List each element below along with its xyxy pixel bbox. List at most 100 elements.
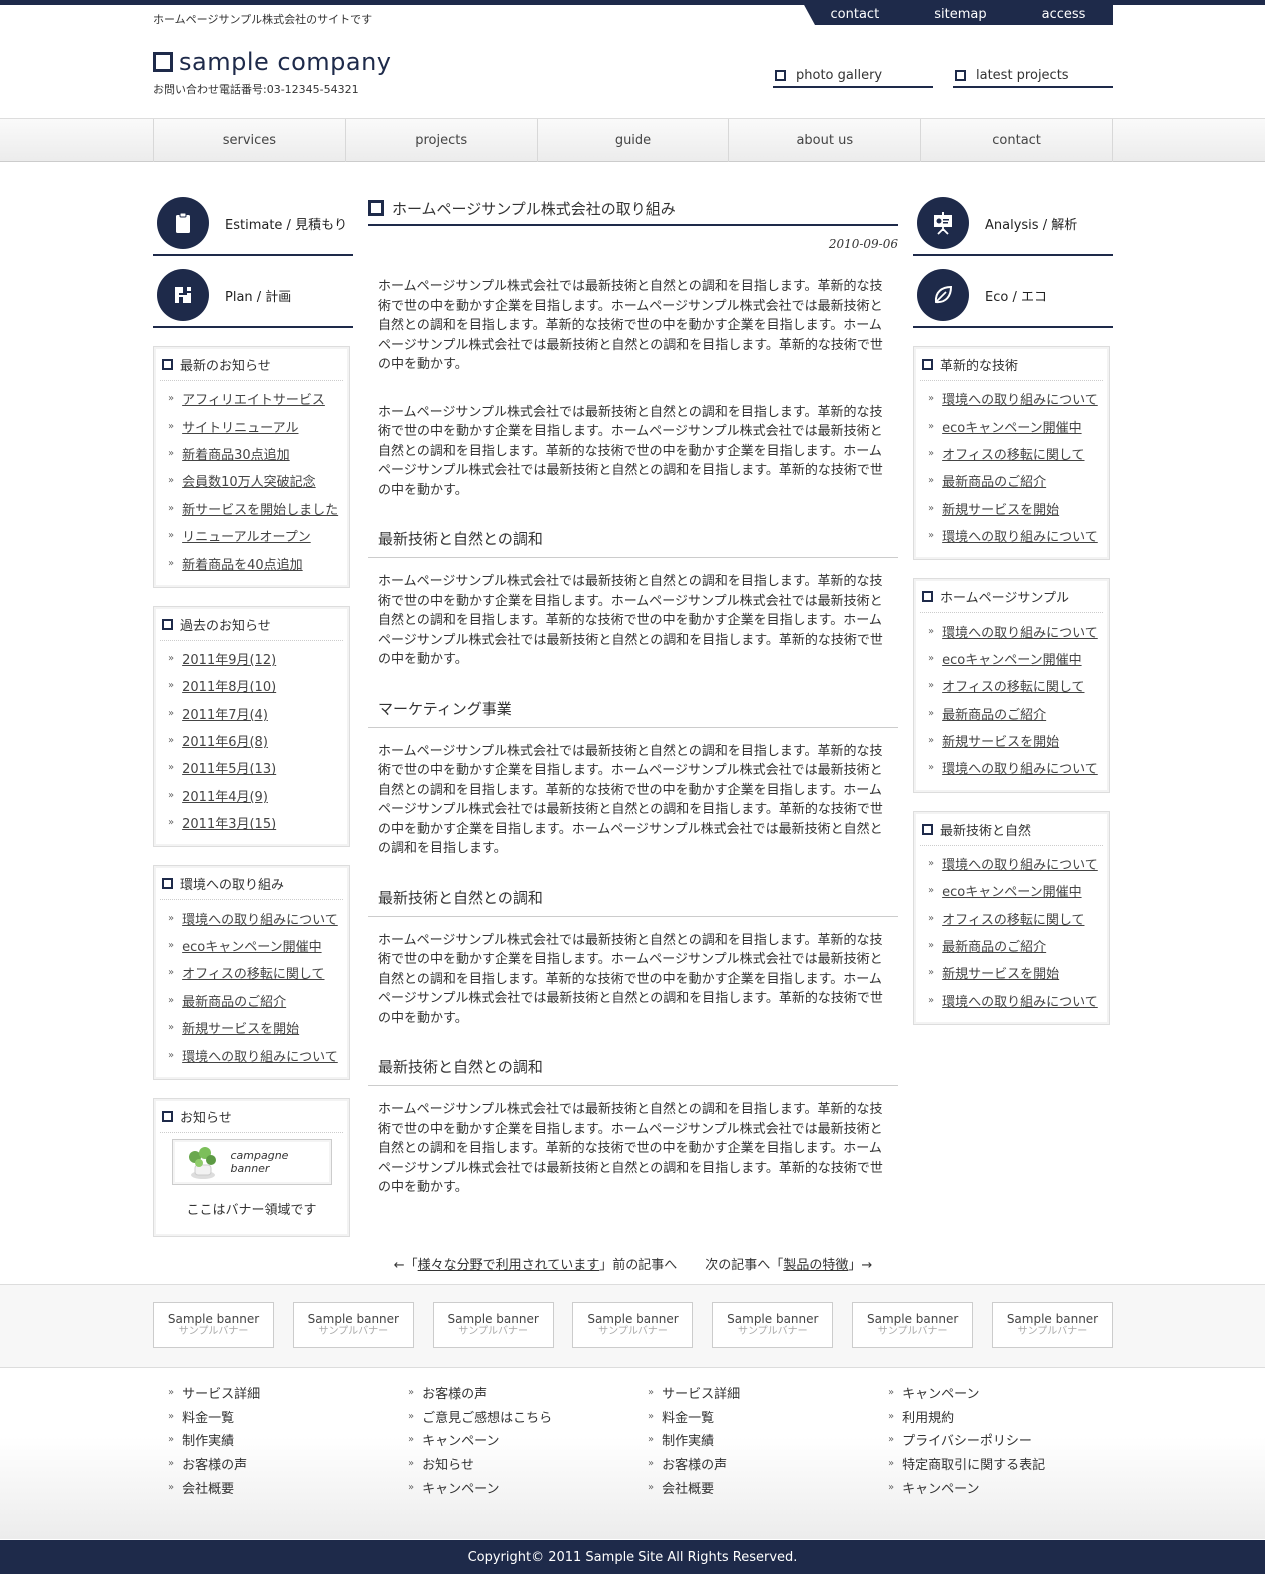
list-link[interactable]: 最新商品のご紹介 — [942, 936, 1046, 955]
list-link[interactable]: 新規サービスを開始 — [942, 731, 1059, 750]
list-link[interactable]: 新サービスを開始しました — [182, 499, 338, 518]
sample-banner[interactable]: Sample banner サンプルバナー — [572, 1302, 694, 1348]
eco-button[interactable]: Eco / エコ — [913, 264, 1113, 328]
list-item[interactable]: リニューアルオープン — [160, 522, 343, 549]
plan-button[interactable]: Plan / 計画 — [153, 264, 353, 328]
footer-link[interactable]: キャンペーン — [408, 1475, 648, 1499]
list-link[interactable]: 環境への取り組みについて — [182, 909, 338, 928]
list-link[interactable]: オフィスの移転に関して — [942, 444, 1084, 463]
footer-link[interactable]: サービス詳細 — [648, 1381, 888, 1405]
list-item[interactable]: オフィスの移転に関して — [920, 440, 1103, 467]
list-item[interactable]: 新サービスを開始しました — [160, 495, 343, 522]
list-item[interactable]: オフィスの移転に関して — [160, 959, 343, 986]
nav-services[interactable]: services — [154, 119, 346, 162]
list-item[interactable]: 環境への取り組みについて — [920, 617, 1103, 644]
list-link[interactable]: 環境への取り組みについて — [942, 622, 1098, 641]
list-item[interactable]: 2011年6月(8) — [160, 727, 343, 754]
list-item[interactable]: 新規サービスを開始 — [920, 727, 1103, 754]
list-item[interactable]: 環境への取り組みについて — [160, 904, 343, 931]
list-item[interactable]: ecoキャンペーン開催中 — [920, 645, 1103, 672]
list-item[interactable]: ecoキャンペーン開催中 — [160, 932, 343, 959]
toplink-contact[interactable]: contact — [831, 7, 880, 22]
footer-link[interactable]: 特定商取引に関する表記 — [888, 1452, 1128, 1476]
list-link[interactable]: 2011年4月(9) — [182, 786, 268, 805]
footer-link[interactable]: 制作実績 — [648, 1428, 888, 1452]
list-item[interactable]: 新規サービスを開始 — [160, 1014, 343, 1041]
list-link[interactable]: サイトリニューアル — [182, 417, 298, 436]
footer-link[interactable]: 会社概要 — [168, 1475, 408, 1499]
list-item[interactable]: ecoキャンペーン開催中 — [920, 412, 1103, 439]
sample-banner[interactable]: Sample banner サンプルバナー — [852, 1302, 974, 1348]
list-item[interactable]: アフィリエイトサービス — [160, 385, 343, 412]
list-item[interactable]: 最新商品のご紹介 — [160, 987, 343, 1014]
list-link[interactable]: ecoキャンペーン開催中 — [942, 417, 1081, 436]
footer-link[interactable]: お客様の声 — [408, 1381, 648, 1405]
list-link[interactable]: 会員数10万人突破記念 — [182, 471, 316, 490]
list-item[interactable]: オフィスの移転に関して — [920, 672, 1103, 699]
campagne-banner[interactable]: campagne banner — [171, 1138, 332, 1185]
footer-link[interactable]: ご意見ご感想はこちら — [408, 1405, 648, 1429]
list-item[interactable]: 2011年9月(12) — [160, 645, 343, 672]
list-item[interactable]: 2011年7月(4) — [160, 700, 343, 727]
list-link[interactable]: リニューアルオープン — [182, 526, 311, 545]
list-item[interactable]: ecoキャンペーン開催中 — [920, 877, 1103, 904]
list-link[interactable]: 環境への取り組みについて — [942, 854, 1098, 873]
list-item[interactable]: 最新商品のご紹介 — [920, 932, 1103, 959]
list-link[interactable]: 2011年7月(4) — [182, 704, 268, 723]
list-link[interactable]: ecoキャンペーン開催中 — [942, 881, 1081, 900]
list-item[interactable]: 新規サービスを開始 — [920, 495, 1103, 522]
footer-link[interactable]: お知らせ — [408, 1452, 648, 1476]
footer-link[interactable]: 料金一覧 — [168, 1405, 408, 1429]
list-link[interactable]: 環境への取り組みについて — [942, 526, 1098, 545]
list-item[interactable]: 環境への取り組みについて — [920, 385, 1103, 412]
list-item[interactable]: 環境への取り組みについて — [920, 850, 1103, 877]
analysis-button[interactable]: Analysis / 解析 — [913, 192, 1113, 256]
list-item[interactable]: 新規サービスを開始 — [920, 959, 1103, 986]
list-item[interactable]: 2011年3月(15) — [160, 809, 343, 836]
list-link[interactable]: 環境への取り組みについて — [942, 991, 1098, 1010]
list-item[interactable]: 2011年8月(10) — [160, 672, 343, 699]
sample-banner[interactable]: Sample banner サンプルバナー — [292, 1302, 414, 1348]
list-link[interactable]: 新規サービスを開始 — [942, 499, 1059, 518]
list-item[interactable]: 新着商品30点追加 — [160, 440, 343, 467]
list-item[interactable]: 新着商品を40点追加 — [160, 549, 343, 576]
footer-link[interactable]: お客様の声 — [168, 1452, 408, 1476]
list-link[interactable]: 2011年8月(10) — [182, 676, 276, 695]
estimate-button[interactable]: Estimate / 見積もり — [153, 192, 353, 256]
list-item[interactable]: 環境への取り組みについて — [920, 987, 1103, 1014]
list-link[interactable]: 新規サービスを開始 — [942, 963, 1059, 982]
list-link[interactable]: オフィスの移転に関して — [942, 676, 1084, 695]
list-link[interactable]: ecoキャンペーン開催中 — [182, 936, 321, 955]
list-link[interactable]: アフィリエイトサービス — [182, 389, 325, 408]
list-item[interactable]: 会員数10万人突破記念 — [160, 467, 343, 494]
footer-link[interactable]: 料金一覧 — [648, 1405, 888, 1429]
footer-link[interactable]: サービス詳細 — [168, 1381, 408, 1405]
toplink-access[interactable]: access — [1042, 7, 1086, 22]
list-link[interactable]: 最新商品のご紹介 — [182, 991, 286, 1010]
list-link[interactable]: 2011年5月(13) — [182, 758, 276, 777]
footer-link[interactable]: 利用規約 — [888, 1405, 1128, 1429]
list-link[interactable]: 最新商品のご紹介 — [942, 471, 1046, 490]
list-link[interactable]: 新着商品を40点追加 — [182, 554, 303, 573]
list-link[interactable]: ecoキャンペーン開催中 — [942, 649, 1081, 668]
footer-link[interactable]: お客様の声 — [648, 1452, 888, 1476]
list-item[interactable]: 最新商品のご紹介 — [920, 467, 1103, 494]
list-item[interactable]: オフィスの移転に関して — [920, 904, 1103, 931]
footer-link[interactable]: キャンペーン — [888, 1475, 1128, 1499]
footer-link[interactable]: 制作実績 — [168, 1428, 408, 1452]
nav-guide[interactable]: guide — [538, 119, 730, 162]
list-link[interactable]: オフィスの移転に関して — [182, 963, 324, 982]
next-post-link[interactable]: 製品の特徴 — [783, 1258, 848, 1273]
nav-about-us[interactable]: about us — [729, 119, 922, 162]
sample-banner[interactable]: Sample banner サンプルバナー — [712, 1302, 834, 1348]
latest-projects-link[interactable]: latest projects — [953, 64, 1113, 88]
list-link[interactable]: 新着商品30点追加 — [182, 444, 290, 463]
list-link[interactable]: オフィスの移転に関して — [942, 909, 1084, 928]
list-link[interactable]: 環境への取り組みについて — [182, 1046, 338, 1065]
list-link[interactable]: 2011年3月(15) — [182, 813, 276, 832]
sample-banner[interactable]: Sample banner サンプルバナー — [153, 1302, 274, 1348]
footer-link[interactable]: キャンペーン — [888, 1381, 1128, 1405]
footer-link[interactable]: プライバシーポリシー — [888, 1428, 1128, 1452]
list-item[interactable]: 環境への取り組みについて — [160, 1041, 343, 1068]
list-link[interactable]: 最新商品のご紹介 — [942, 704, 1046, 723]
